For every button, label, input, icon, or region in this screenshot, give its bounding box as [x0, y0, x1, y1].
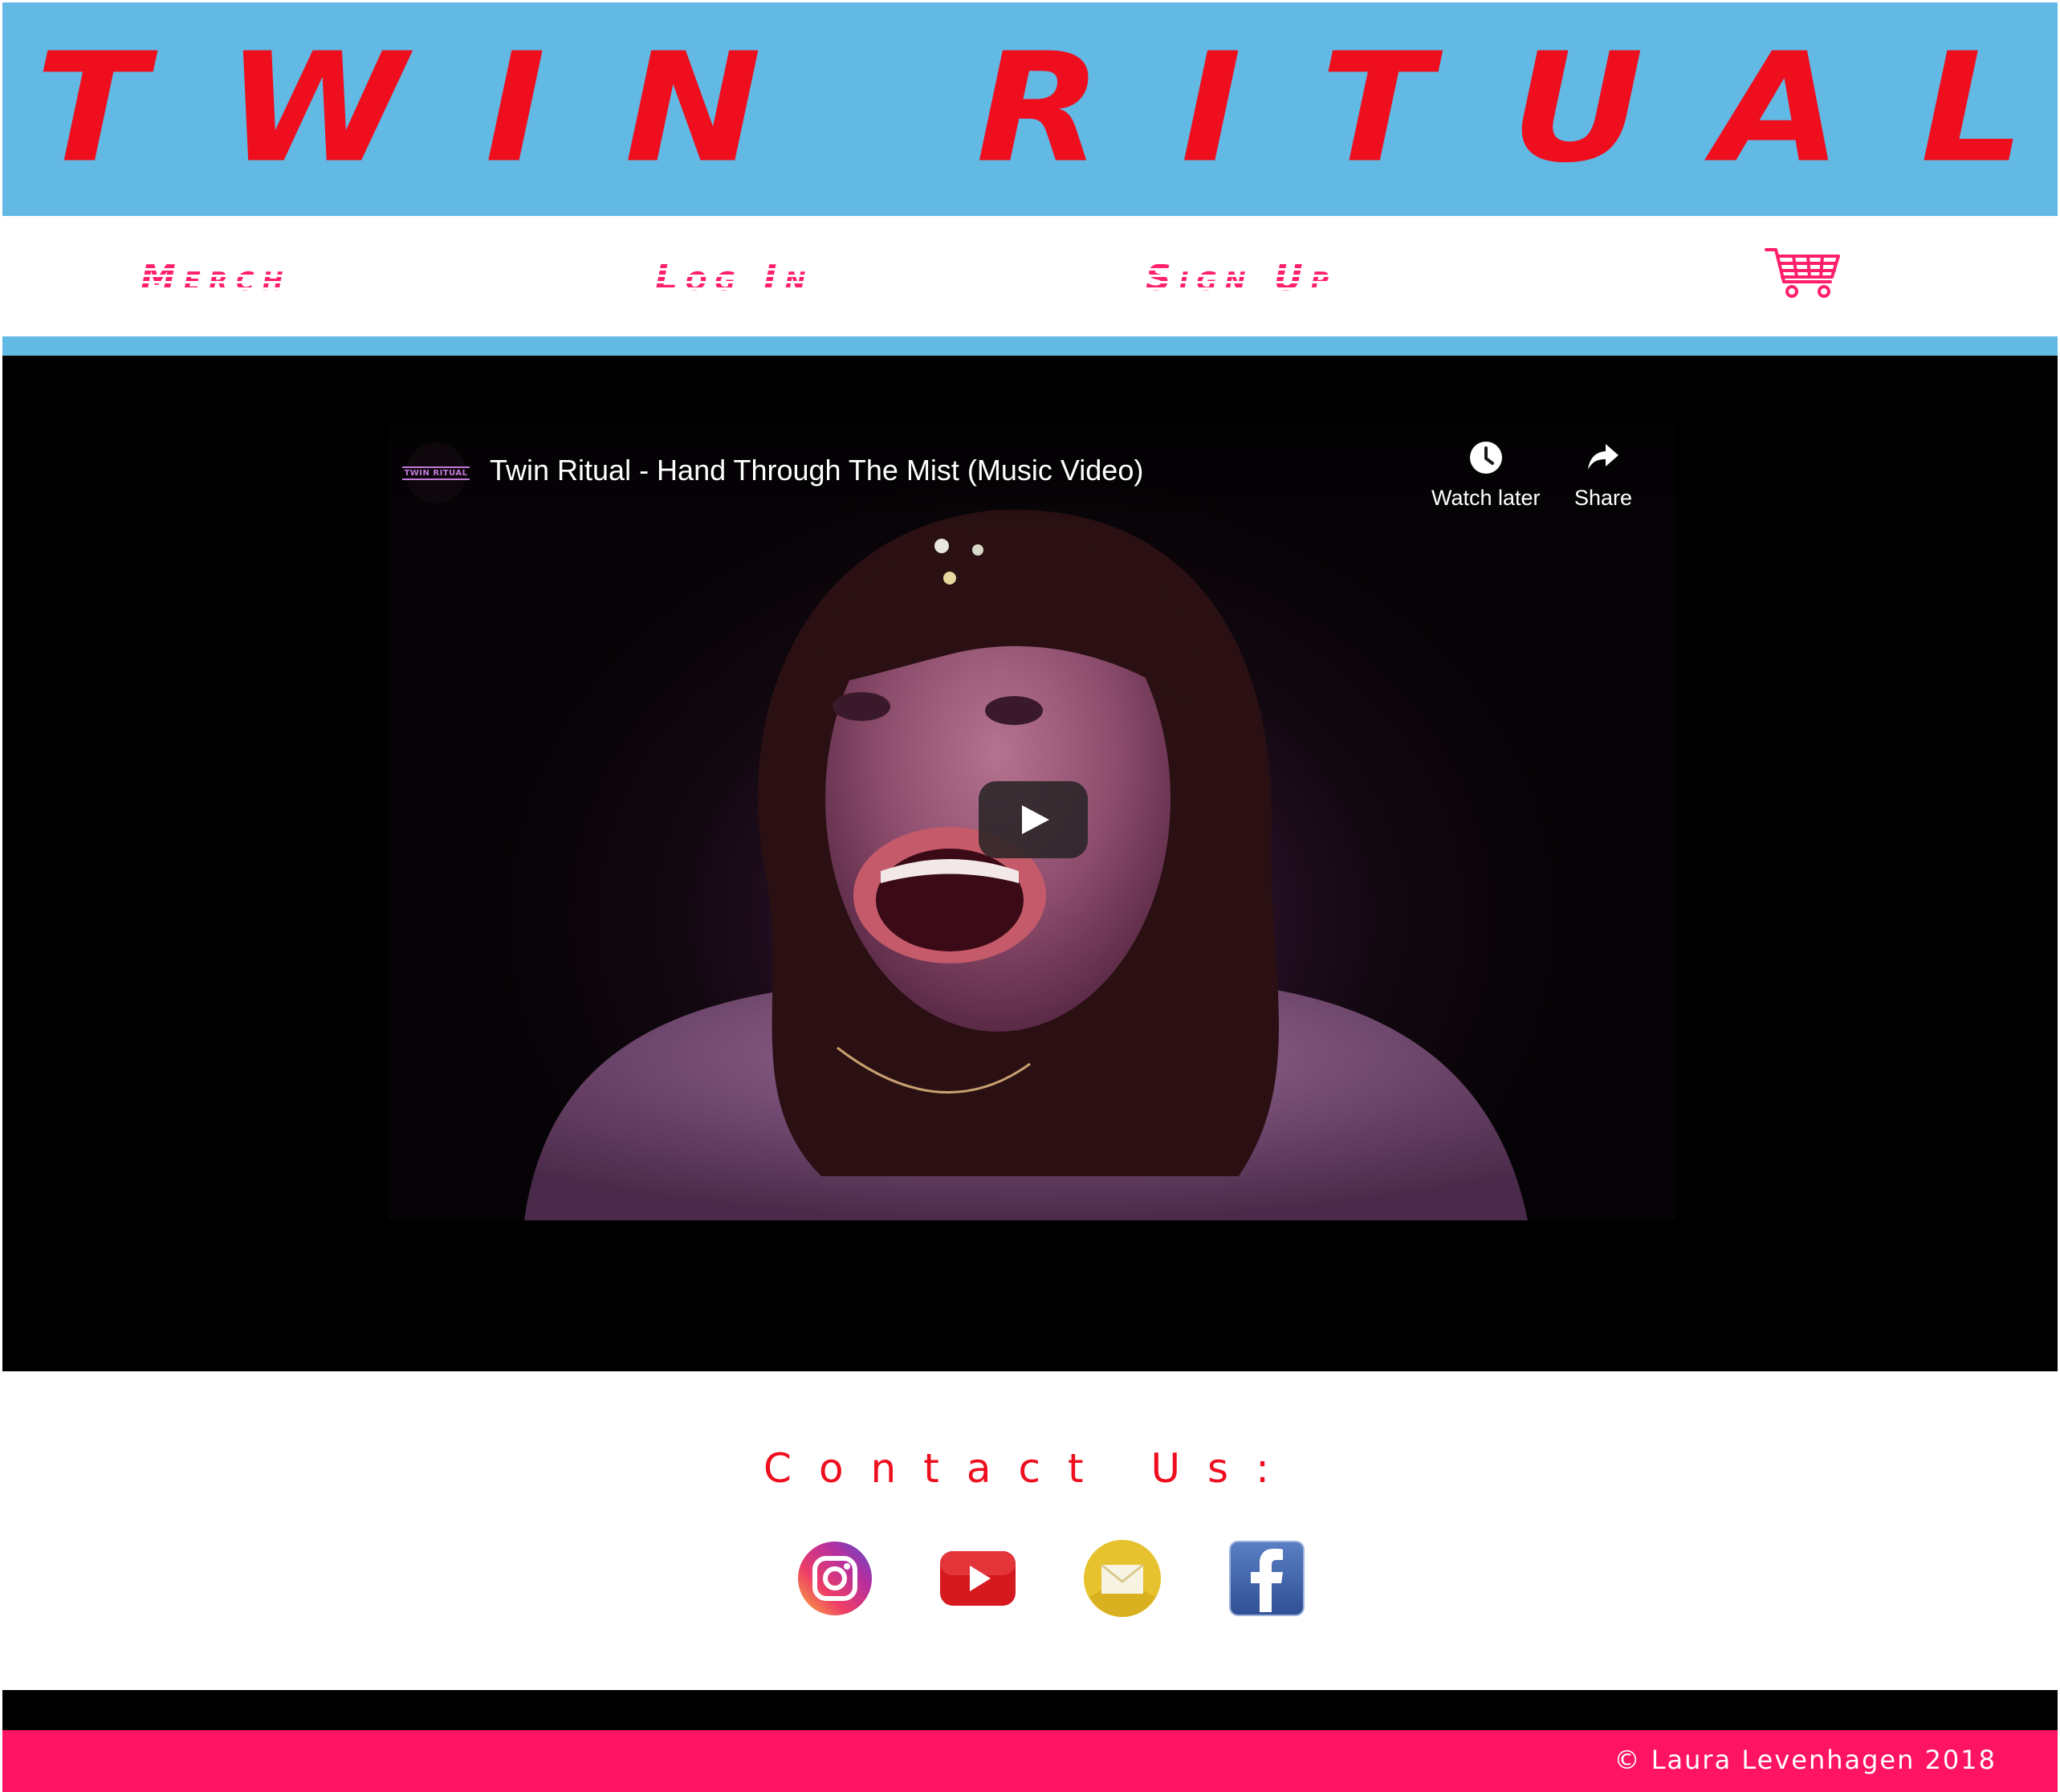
watch-later-label: Watch later [1431, 486, 1541, 510]
nav-login-link[interactable]: Log In [655, 258, 813, 299]
share-arrow-icon [1588, 444, 1619, 470]
play-icon [1022, 805, 1049, 834]
shopping-cart-icon[interactable] [1765, 246, 1842, 299]
share-label: Share [1574, 486, 1633, 510]
footer-divider [2, 1690, 2058, 1730]
channel-avatar[interactable]: TWIN RITUAL [402, 442, 470, 503]
watch-later-button[interactable]: Watch later [1431, 439, 1541, 511]
instagram-icon[interactable] [795, 1538, 875, 1619]
nav-merch-link[interactable]: Merch [140, 258, 291, 299]
header-banner: TWIN RITUAL [2, 2, 2058, 216]
main-nav: Merch Log In Sign Up [2, 216, 2058, 336]
clock-icon [1469, 442, 1502, 474]
facebook-icon[interactable] [1227, 1538, 1307, 1619]
share-button[interactable]: Share [1574, 439, 1632, 511]
channel-avatar-label: TWIN RITUAL [402, 466, 470, 480]
copyright-text: © Laura Levenhagen 2018 [1614, 1745, 1997, 1775]
page: TWIN RITUAL Merch Log In Sign Up TWIN RI… [0, 0, 2060, 1792]
nav-divider [2, 336, 2058, 356]
email-icon[interactable] [1082, 1538, 1162, 1619]
youtube-icon[interactable] [938, 1538, 1018, 1619]
contact-heading: Contact Us: [763, 1445, 1297, 1492]
video-title[interactable]: Twin Ritual - Hand Through The Mist (Mus… [490, 454, 1143, 487]
nav-signup-link[interactable]: Sign Up [1146, 258, 1337, 299]
play-button[interactable] [979, 781, 1088, 858]
video-section: TWIN RITUAL Twin Ritual - Hand Through T… [2, 356, 2058, 1371]
footer: © Laura Levenhagen 2018 [2, 1730, 2058, 1792]
site-title: TWIN RITUAL [35, 21, 2060, 197]
video-player[interactable]: TWIN RITUAL Twin Ritual - Hand Through T… [388, 422, 1675, 1220]
